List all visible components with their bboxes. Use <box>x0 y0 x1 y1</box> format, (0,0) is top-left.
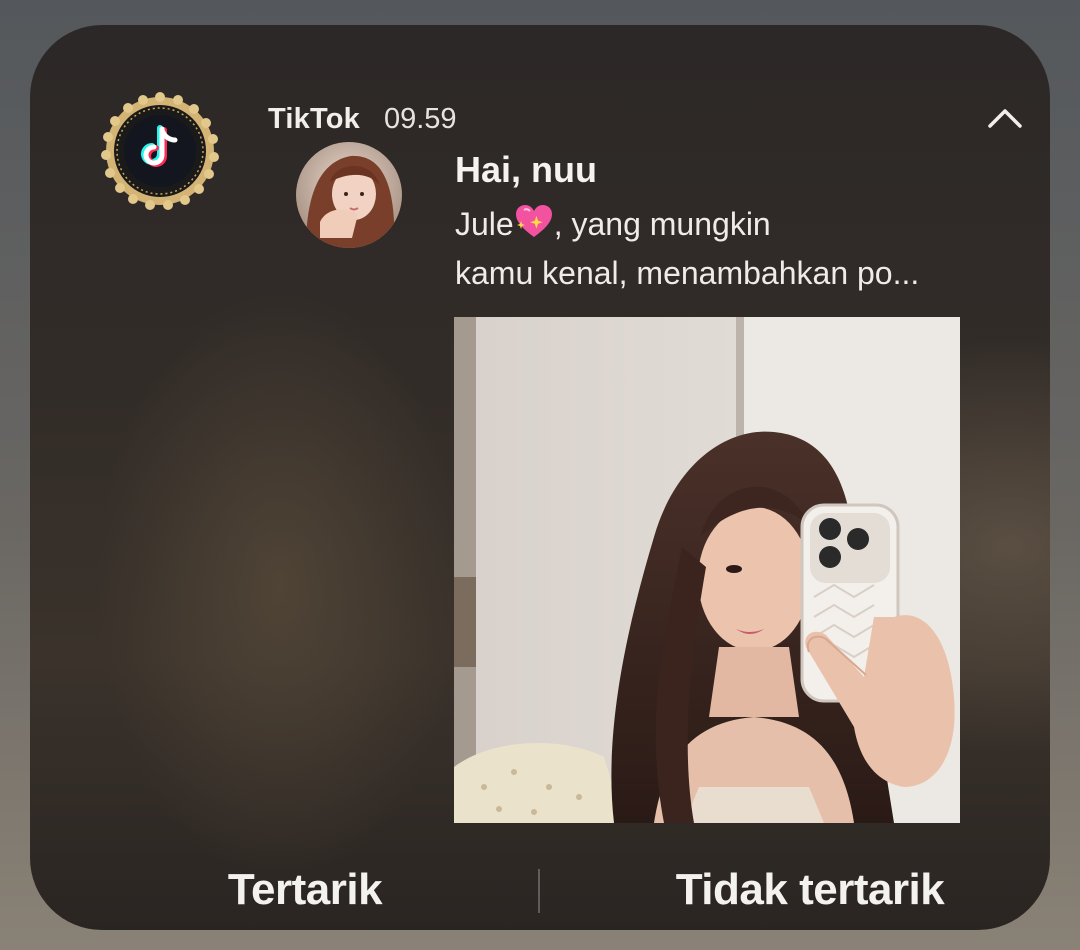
chevron-up-icon <box>988 109 1022 128</box>
app-name: TikTok <box>268 102 360 135</box>
mentioned-user-name: Jule <box>455 206 514 242</box>
actions-divider <box>538 869 540 913</box>
notification-time: 09.59 <box>383 102 457 135</box>
body-line-2: kamu kenal, menambahkan po... <box>455 255 920 291</box>
body-line-1-rest: , yang mungkin <box>553 206 771 242</box>
interested-button[interactable]: Tertarik <box>170 855 440 925</box>
sparkling-heart-emoji-icon <box>514 204 554 251</box>
notification-actions: Tertarik Tidak tertarik <box>30 855 1050 925</box>
notification-header: TikTok 09.59 <box>268 101 457 137</box>
collapse-button[interactable] <box>978 95 1032 141</box>
not-interested-button[interactable]: Tidak tertarik <box>630 855 990 925</box>
tiktok-app-icon <box>100 91 220 211</box>
post-preview-image[interactable] <box>454 317 960 823</box>
notification-body: Jule , yang mungkin kamu kenal, menambahk… <box>455 202 995 295</box>
sender-avatar <box>296 142 402 248</box>
body-line-1: Jule , yang mungkin <box>455 202 995 251</box>
notification-title: Hai, nuu <box>455 149 597 190</box>
notification-card[interactable]: TikTok 09.59 Hai, nuu Jule, yang mungkin… <box>30 25 1050 930</box>
